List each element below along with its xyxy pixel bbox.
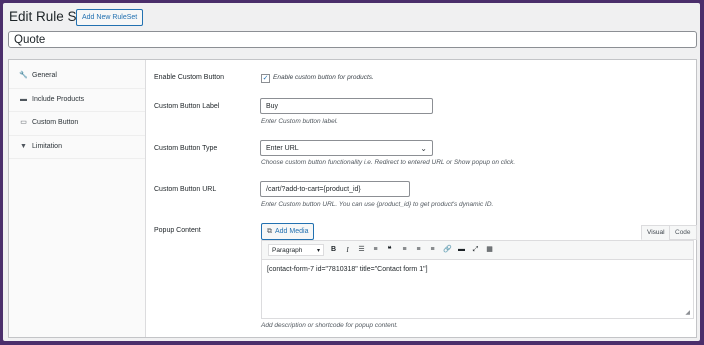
numbered-list-icon[interactable]: ≡ — [370, 244, 381, 256]
settings-panel: 🔧 General ▬ Include Products ▭ Custom Butto… — [8, 59, 697, 338]
custom-button-label-input[interactable]: Buy — [260, 98, 433, 114]
tab-custom-button[interactable]: ▭ Custom Button — [9, 112, 145, 136]
align-left-icon[interactable]: ≡ — [399, 244, 410, 256]
settings-tabs: 🔧 General ▬ Include Products ▭ Custom Butto… — [9, 60, 146, 337]
editor-content[interactable]: [contact-form-7 id="7810318" title="Cont… — [267, 266, 428, 273]
align-right-icon[interactable]: ≡ — [427, 244, 438, 256]
toolbar-toggle-icon[interactable]: ▦ — [484, 244, 495, 256]
custom-button-type-description: Choose custom button functionality i.e. … — [261, 159, 516, 166]
chevron-down-icon: ▾ — [316, 248, 320, 254]
enable-custom-button-label: Enable Custom Button — [154, 74, 225, 81]
ruleset-name-input[interactable]: Quote — [8, 31, 697, 48]
fullscreen-icon[interactable]: ⤢ — [470, 244, 481, 256]
tab-label: Limitation — [32, 142, 62, 150]
wrench-icon: 🔧 — [19, 72, 28, 79]
tab-limitation[interactable]: ▼ Limitation — [9, 136, 145, 159]
button-icon: ▭ — [20, 119, 27, 126]
format-select-value: Paragraph — [272, 247, 303, 254]
filter-icon: ▼ — [20, 142, 27, 150]
editor-toolbar: Paragraph ▾ B I ☰ ≡ ❝ ≡ ≡ ≡ 🔗 ▬ ⤢ ▦ — [262, 241, 693, 260]
bold-icon[interactable]: B — [328, 244, 339, 256]
tab-code[interactable]: Code — [669, 225, 697, 240]
italic-icon[interactable]: I — [342, 244, 353, 256]
tab-visual[interactable]: Visual — [641, 225, 671, 240]
tab-label: General — [32, 72, 57, 79]
media-icon: ⧉ — [267, 228, 272, 235]
enable-checkbox-label: Enable custom button for products. — [273, 74, 374, 81]
link-icon[interactable]: 🔗 — [442, 244, 453, 256]
custom-button-label-label: Custom Button Label — [154, 103, 220, 110]
custom-button-type-select[interactable]: Enter URL ⌄ — [260, 140, 433, 156]
tab-include-products[interactable]: ▬ Include Products — [9, 89, 145, 112]
custom-button-type-value: Enter URL — [266, 145, 299, 152]
popup-content-editor[interactable]: Paragraph ▾ B I ☰ ≡ ❝ ≡ ≡ ≡ 🔗 ▬ ⤢ ▦ [con… — [261, 240, 694, 319]
tab-label: Custom Button — [32, 119, 79, 126]
custom-button-url-input[interactable]: /cart/?add-to-cart={product_id} — [260, 181, 410, 197]
align-center-icon[interactable]: ≡ — [413, 244, 424, 256]
read-more-icon[interactable]: ▬ — [456, 244, 467, 256]
add-media-button[interactable]: ⧉ Add Media — [261, 223, 315, 240]
resize-handle-icon[interactable]: ◢ — [685, 309, 690, 316]
bullet-list-icon[interactable]: ☰ — [356, 244, 367, 256]
edit-rule-set-page: Edit Rule Set Add New RuleSet Quote 🔧 Gen… — [3, 3, 700, 341]
tab-label: Include Products — [32, 95, 85, 103]
custom-button-url-description: Enter Custom button URL. You can use {pr… — [261, 201, 494, 208]
format-select[interactable]: Paragraph ▾ — [268, 244, 324, 256]
blockquote-icon[interactable]: ❝ — [384, 244, 395, 256]
popup-content-description: Add description or shortcode for popup c… — [261, 322, 398, 329]
custom-button-label-description: Enter Custom button label. — [261, 118, 338, 125]
lock-icon: ▬ — [20, 95, 27, 103]
tab-general[interactable]: 🔧 General — [9, 65, 145, 89]
popup-content-label: Popup Content — [154, 227, 201, 234]
enable-custom-button-checkbox[interactable]: ✓ — [261, 74, 270, 83]
add-new-ruleset-button[interactable]: Add New RuleSet — [76, 9, 144, 26]
chevron-down-icon: ⌄ — [420, 144, 427, 153]
custom-button-type-label: Custom Button Type — [154, 145, 218, 152]
add-media-label: Add Media — [275, 228, 309, 235]
custom-button-url-label: Custom Button URL — [154, 186, 217, 193]
